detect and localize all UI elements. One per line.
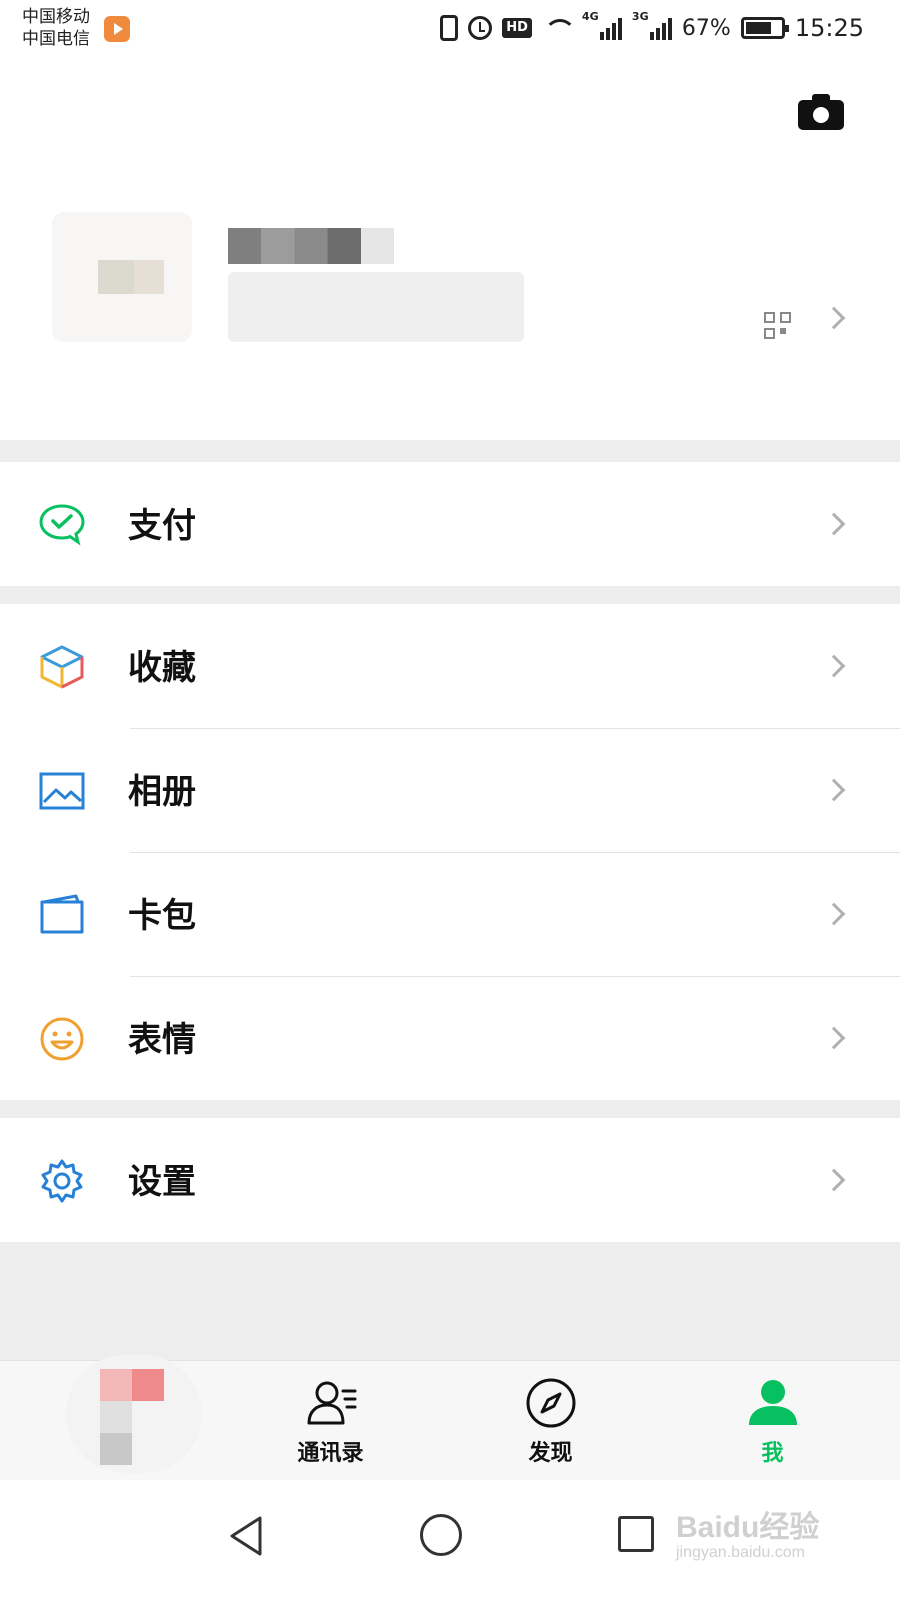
tab-label-contacts: 通讯录 (297, 1441, 364, 1466)
main-menu-group: 收藏 相册 卡包 表情 (0, 604, 900, 1100)
camera-icon[interactable] (798, 94, 844, 130)
pay-group: 支付 (0, 462, 900, 586)
smile-icon (40, 1017, 84, 1061)
status-icons: HD 4G 3G 67% 15:25 (440, 10, 864, 42)
tab-label-me: 我 (761, 1441, 784, 1466)
menu-label-pay: 支付 (128, 506, 196, 546)
user-icon (748, 1380, 797, 1425)
overlay-avatar-blurred (66, 1355, 202, 1473)
chevron-right-icon (822, 902, 846, 926)
cube-icon (40, 645, 84, 689)
profile-header[interactable] (0, 62, 900, 440)
recents-icon[interactable] (618, 1516, 654, 1552)
gear-icon (41, 1159, 83, 1203)
back-icon[interactable] (226, 1514, 266, 1558)
card-icon (40, 894, 84, 934)
battery-percent: 67% (681, 15, 731, 41)
menu-label-stickers: 表情 (128, 1020, 196, 1060)
bottom-tab-bar: 通讯录 发现 我 (0, 1355, 900, 1481)
menu-label-album: 相册 (128, 772, 196, 812)
tab-me[interactable]: 我 (660, 1361, 885, 1481)
tab-chats[interactable] (0, 1355, 225, 1481)
menu-item-settings[interactable]: 设置 (0, 1118, 900, 1242)
chevron-right-icon (822, 306, 846, 330)
compass-icon (526, 1378, 575, 1428)
settings-group: 设置 (0, 1118, 900, 1242)
tab-label-discover: 发现 (528, 1441, 573, 1466)
nickname-blurred (228, 228, 394, 264)
wifi-icon (542, 17, 576, 39)
chevron-right-icon (822, 778, 846, 802)
watermark-brand: Baidu经验 (676, 1511, 820, 1544)
hd-icon: HD (502, 18, 532, 38)
avatar[interactable] (52, 212, 192, 342)
chevron-right-icon (822, 512, 846, 536)
tab-contacts[interactable]: 通讯录 (218, 1361, 443, 1481)
signal-icon-2: 3G (632, 10, 672, 40)
network-type-2: 3G (631, 10, 649, 23)
network-type-1: 4G (581, 10, 599, 23)
wechat-pay-icon (39, 504, 85, 546)
carrier-1: 中国移动 (22, 7, 90, 27)
video-app-icon (104, 16, 130, 42)
system-nav-bar: Baidu经验 jingyan.baidu.com (0, 1480, 900, 1600)
contacts-icon (307, 1381, 356, 1425)
image-icon (39, 772, 85, 810)
home-icon[interactable] (420, 1514, 462, 1556)
watermark-url: jingyan.baidu.com (676, 1544, 805, 1561)
alarm-icon (468, 16, 493, 40)
menu-item-album[interactable]: 相册 (0, 728, 900, 852)
menu-item-stickers[interactable]: 表情 (0, 976, 900, 1100)
wechat-id-blurred (228, 272, 524, 342)
clock: 15:25 (794, 14, 864, 42)
tab-discover[interactable]: 发现 (438, 1361, 663, 1481)
chevron-right-icon (822, 1026, 846, 1050)
menu-label-settings: 设置 (128, 1162, 196, 1202)
carrier-info: 中国移动 中国电信 (22, 6, 90, 50)
carrier-2: 中国电信 (22, 29, 90, 49)
qr-code-icon[interactable] (764, 312, 792, 340)
signal-icon-1: 4G (582, 10, 622, 40)
chevron-right-icon (822, 1168, 846, 1192)
menu-item-favorites[interactable]: 收藏 (0, 604, 900, 728)
battery-icon (740, 17, 789, 39)
vibrate-icon (440, 15, 459, 41)
menu-label-cards: 卡包 (128, 896, 196, 936)
status-bar: 中国移动 中国电信 HD 4G 3G 67% 15:25 (0, 0, 900, 62)
menu-label-favorites: 收藏 (128, 648, 196, 688)
menu-item-cards[interactable]: 卡包 (0, 852, 900, 976)
chevron-right-icon (822, 654, 846, 678)
menu-item-pay[interactable]: 支付 (0, 462, 900, 586)
